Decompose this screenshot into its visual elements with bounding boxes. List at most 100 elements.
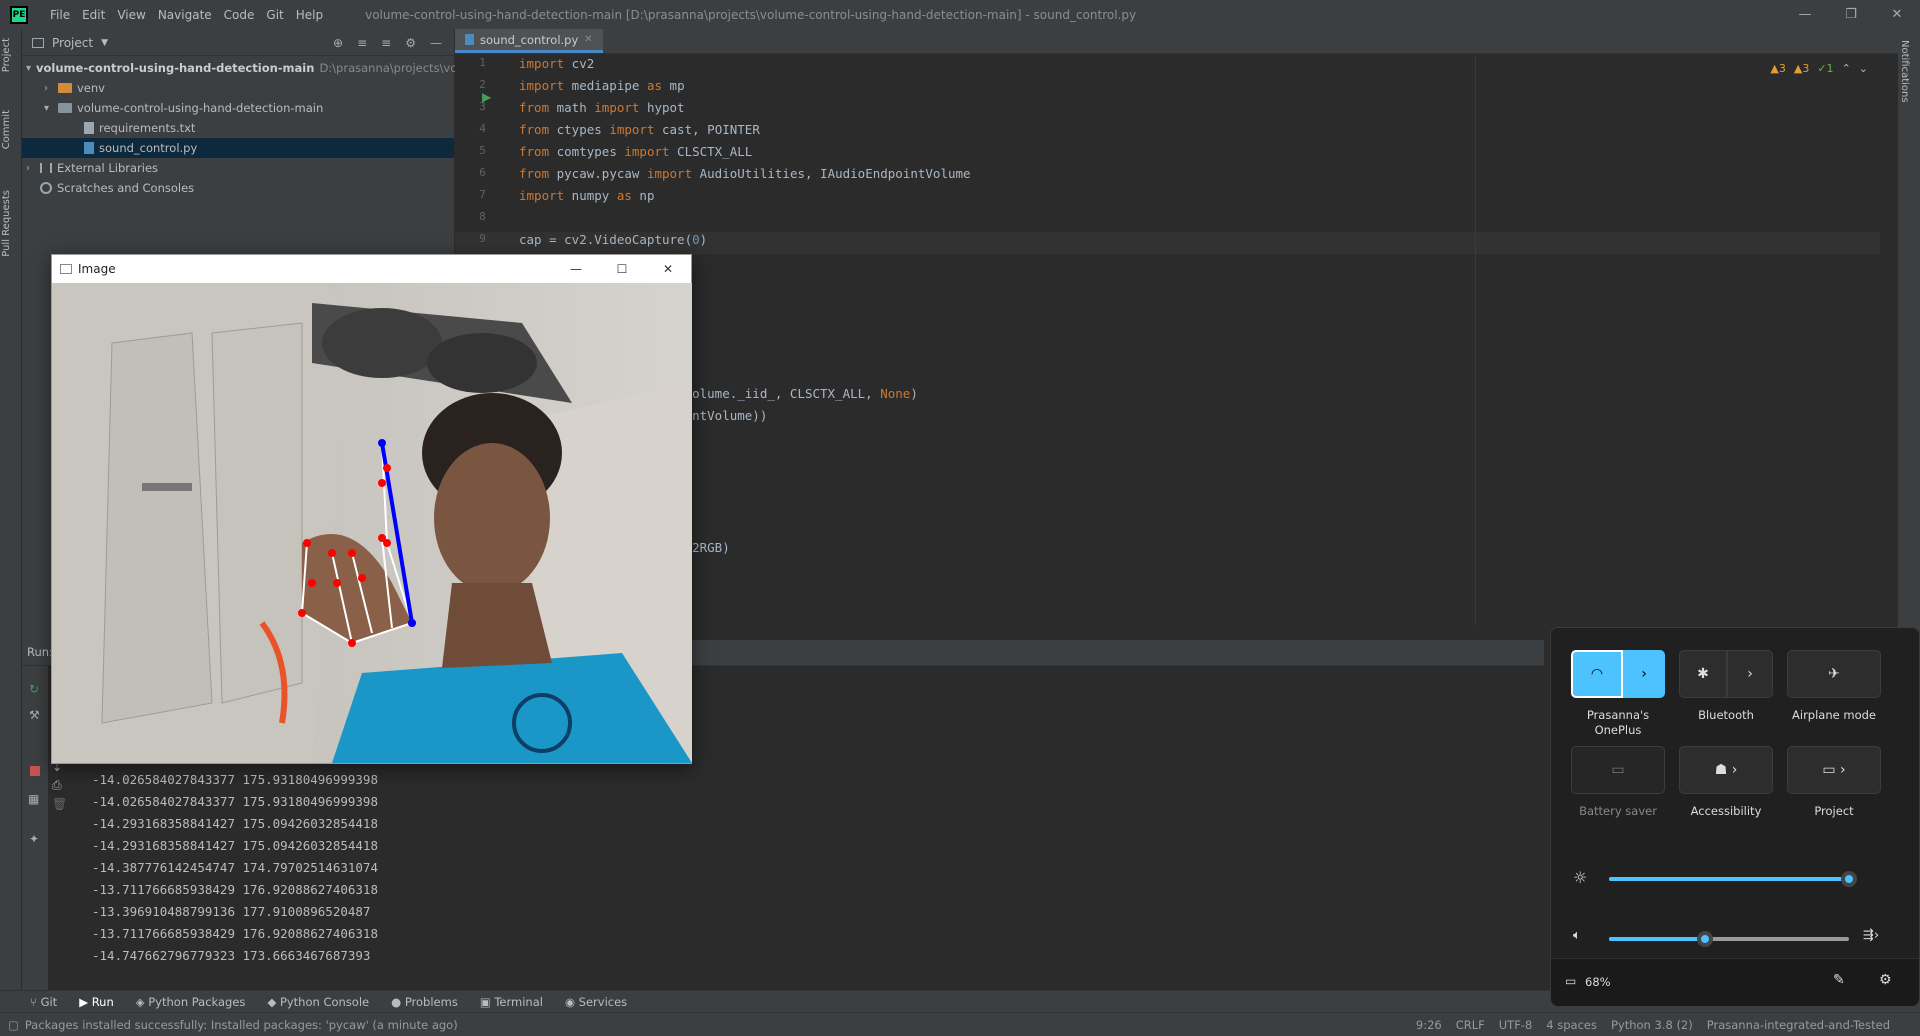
console-line[interactable]: -14.293168358841427 175.09426032854418 [92,838,378,860]
code-line[interactable] [519,210,971,232]
line-separator[interactable]: CRLF [1456,1018,1485,1032]
line-number[interactable]: 8 [455,210,510,232]
indent-setting[interactable]: 4 spaces [1546,1018,1597,1032]
console-line[interactable]: -14.026584027843377 175.93180496999398 [92,794,378,816]
chevron-right-icon[interactable]: › [26,163,40,174]
wrench-icon[interactable]: ⚒ [29,708,40,722]
tool-window-terminal[interactable]: ▣ Terminal [480,995,543,1009]
caret-position[interactable]: 9:26 [1416,1018,1442,1032]
console-line[interactable]: -13.711766685938429 176.92088627406318 [92,926,378,948]
console-line[interactable]: -14.747662796779323 173.6663467687393 [92,948,378,970]
code-line[interactable]: import numpy as np [519,188,971,210]
status-message[interactable]: Packages installed successfully: Install… [25,1018,458,1032]
code-line[interactable]: import mediapipe as mp [519,78,971,100]
wifi-expand-button[interactable]: › [1623,650,1665,698]
rerun-icon[interactable]: ↻ [29,682,39,696]
chevron-up-icon[interactable]: ⌃ [1842,62,1851,75]
chevron-right-icon[interactable]: › [44,83,58,94]
tool-tab-pull-requests[interactable]: Pull Requests [1,190,12,257]
console-line[interactable]: -13.711766685938429 176.92088627406318 [92,882,378,904]
trash-icon[interactable]: 🗑 [52,797,74,811]
maximize-button[interactable]: ☐ [599,255,645,283]
layout-icon[interactable]: ▦ [28,792,39,806]
bluetooth-toggle[interactable]: ✱ [1679,650,1727,698]
menu-file[interactable]: File [44,8,76,22]
tree-item-venv[interactable]: › venv [22,78,454,98]
line-number[interactable]: 5 [455,144,510,166]
battery-saver-toggle[interactable]: ▭ [1571,746,1665,794]
minimize-button[interactable]: — [553,255,599,283]
code-line[interactable]: from comtypes import CLSCTX_ALL [519,144,971,166]
console-line[interactable]: -14.387776142454747 174.79702514631074 [92,860,378,882]
bluetooth-expand-button[interactable]: › [1727,650,1773,698]
project-button[interactable]: ▭ › [1787,746,1881,794]
audio-output-select-icon[interactable]: ⇶› [1863,928,1879,943]
console-line[interactable]: -13.396910488799136 177.9100896520487 [92,904,378,926]
airplane-mode-toggle[interactable]: ✈ [1787,650,1881,698]
menu-navigate[interactable]: Navigate [152,8,218,22]
code-line[interactable]: import cv2 [519,56,971,78]
python-interpreter[interactable]: Python 3.8 (2) [1611,1018,1693,1032]
file-encoding[interactable]: UTF-8 [1499,1018,1533,1032]
line-number[interactable]: 4 [455,122,510,144]
run-line-icon[interactable]: ▶ [482,90,491,104]
tool-window-services[interactable]: ◉ Services [565,995,627,1009]
chevron-down-icon[interactable]: ⌄ [1859,62,1868,75]
collapse-all-icon[interactable]: ≡ [381,36,391,50]
menu-edit[interactable]: Edit [76,8,111,22]
line-number[interactable]: 7 [455,188,510,210]
wifi-toggle[interactable]: ◠ [1571,650,1623,698]
menu-help[interactable]: Help [290,8,329,22]
tree-item-scratches[interactable]: Scratches and Consoles [22,178,454,198]
chevron-down-icon[interactable]: ▼ [101,38,108,48]
inspection-indicators[interactable]: ▲3 ▲3 ✓1 ⌃ ⌄ [1770,62,1868,75]
minimize-button[interactable]: — [1782,0,1828,30]
editor-tab-sound-control[interactable]: sound_control.py ✕ [455,29,603,53]
code-line[interactable]: from pycaw.pycaw import AudioUtilities, … [519,166,971,188]
code-line[interactable]: from ctypes import cast, POINTER [519,122,971,144]
console-output[interactable]: -14.026584027843377 175.93180496999398 -1… [92,772,378,970]
line-number[interactable]: 1 [455,56,510,78]
print-icon[interactable]: ⎙ [52,778,74,793]
accessibility-button[interactable]: ☗ › [1679,746,1773,794]
tool-tab-commit[interactable]: Commit [1,110,12,149]
tool-window-git[interactable]: ⑂ Git [30,995,57,1009]
line-number[interactable]: 9 [455,232,510,254]
menu-code[interactable]: Code [218,8,261,22]
volume-slider-thumb[interactable] [1697,931,1713,947]
settings-gear-icon[interactable]: ⚙ [1879,972,1892,988]
expand-all-icon[interactable]: ≡ [357,36,367,50]
stop-icon[interactable] [30,766,40,776]
tool-window-python-console[interactable]: ◆ Python Console [267,995,369,1009]
close-button[interactable]: ✕ [1874,0,1920,30]
edit-pencil-icon[interactable]: ✎ [1833,972,1845,988]
tool-tab-notifications[interactable]: Notifications [1899,40,1910,103]
line-number[interactable]: 6 [455,166,510,188]
maximize-button[interactable]: ❐ [1828,0,1874,30]
git-branch[interactable]: Prasanna-integrated-and-Tested [1707,1018,1890,1032]
menu-view[interactable]: View [111,8,151,22]
console-line[interactable]: -14.026584027843377 175.93180496999398 [92,772,378,794]
tool-window-problems[interactable]: ● Problems [391,995,458,1009]
brightness-slider-thumb[interactable] [1841,871,1857,887]
tree-item-subfolder[interactable]: ▾ volume-control-using-hand-detection-ma… [22,98,454,118]
battery-percentage[interactable]: 68% [1585,975,1611,989]
chevron-down-icon[interactable]: ▾ [44,103,58,114]
pin-icon[interactable]: ✦ [29,832,39,846]
tree-item-requirements[interactable]: requirements.txt [22,118,454,138]
tool-window-run[interactable]: ▶ Run [79,995,114,1009]
close-button[interactable]: ✕ [645,255,691,283]
image-window-titlebar[interactable]: Image — ☐ ✕ [52,255,691,283]
project-view-selector[interactable]: Project [52,36,93,50]
close-tab-icon[interactable]: ✕ [584,34,592,45]
tree-item-root[interactable]: ▾ volume-control-using-hand-detection-ma… [22,58,468,78]
gear-icon[interactable]: ⚙ [405,36,416,50]
console-line[interactable]: -14.293168358841427 175.09426032854418 [92,816,378,838]
tool-tab-project[interactable]: Project [1,38,12,72]
tool-window-python-packages[interactable]: ◈ Python Packages [136,995,246,1009]
menu-git[interactable]: Git [260,8,289,22]
chevron-down-icon[interactable]: ▾ [26,63,31,74]
hide-icon[interactable]: — [430,36,442,50]
code-line[interactable]: cap = cv2.VideoCapture(0) [519,232,971,254]
locate-icon[interactable]: ⊕ [333,36,343,50]
